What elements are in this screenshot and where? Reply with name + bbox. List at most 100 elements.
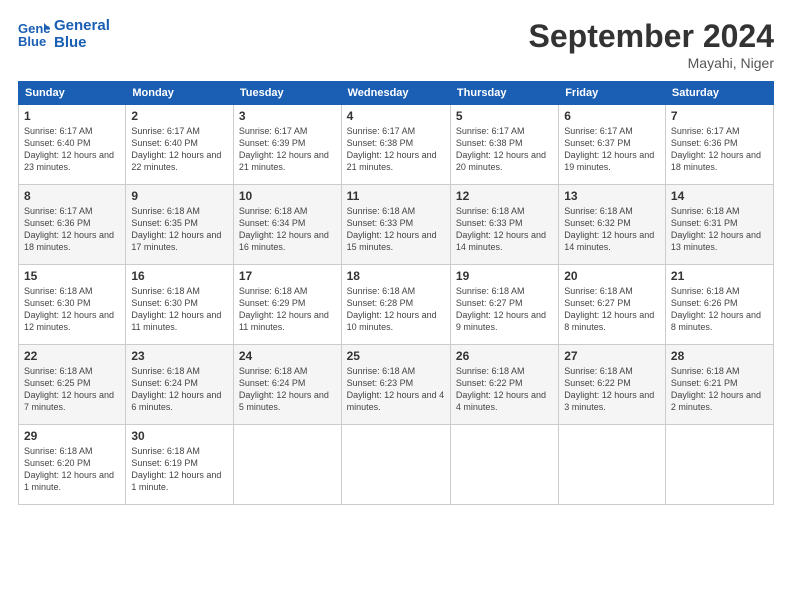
day-info: Sunrise: 6:18 AM Sunset: 6:27 PM Dayligh… (456, 285, 553, 334)
day-cell: 28 Sunrise: 6:18 AM Sunset: 6:21 PM Dayl… (665, 345, 773, 425)
day-info: Sunrise: 6:18 AM Sunset: 6:29 PM Dayligh… (239, 285, 336, 334)
col-header-monday: Monday (126, 82, 234, 105)
day-cell: 16 Sunrise: 6:18 AM Sunset: 6:30 PM Dayl… (126, 265, 234, 345)
day-info: Sunrise: 6:17 AM Sunset: 6:37 PM Dayligh… (564, 125, 660, 174)
logo: General Blue General Blue (18, 18, 110, 51)
day-cell: 13 Sunrise: 6:18 AM Sunset: 6:32 PM Dayl… (559, 185, 666, 265)
day-info: Sunrise: 6:18 AM Sunset: 6:25 PM Dayligh… (24, 365, 120, 414)
day-number: 27 (564, 349, 660, 363)
day-info: Sunrise: 6:17 AM Sunset: 6:36 PM Dayligh… (24, 205, 120, 254)
day-info: Sunrise: 6:18 AM Sunset: 6:31 PM Dayligh… (671, 205, 768, 254)
day-info: Sunrise: 6:18 AM Sunset: 6:22 PM Dayligh… (456, 365, 553, 414)
col-header-friday: Friday (559, 82, 666, 105)
day-number: 14 (671, 189, 768, 203)
day-number: 24 (239, 349, 336, 363)
day-number: 22 (24, 349, 120, 363)
day-info: Sunrise: 6:18 AM Sunset: 6:19 PM Dayligh… (131, 445, 228, 494)
day-number: 9 (131, 189, 228, 203)
day-cell: 27 Sunrise: 6:18 AM Sunset: 6:22 PM Dayl… (559, 345, 666, 425)
day-info: Sunrise: 6:18 AM Sunset: 6:35 PM Dayligh… (131, 205, 228, 254)
col-header-sunday: Sunday (19, 82, 126, 105)
day-info: Sunrise: 6:18 AM Sunset: 6:34 PM Dayligh… (239, 205, 336, 254)
day-info: Sunrise: 6:18 AM Sunset: 6:24 PM Dayligh… (131, 365, 228, 414)
day-cell (559, 425, 666, 505)
day-cell: 8 Sunrise: 6:17 AM Sunset: 6:36 PM Dayli… (19, 185, 126, 265)
day-number: 1 (24, 109, 120, 123)
day-number: 7 (671, 109, 768, 123)
day-info: Sunrise: 6:18 AM Sunset: 6:26 PM Dayligh… (671, 285, 768, 334)
logo-icon: General Blue (18, 19, 50, 51)
calendar-body: 1 Sunrise: 6:17 AM Sunset: 6:40 PM Dayli… (19, 105, 774, 505)
day-cell: 15 Sunrise: 6:18 AM Sunset: 6:30 PM Dayl… (19, 265, 126, 345)
day-info: Sunrise: 6:18 AM Sunset: 6:32 PM Dayligh… (564, 205, 660, 254)
week-row-4: 22 Sunrise: 6:18 AM Sunset: 6:25 PM Dayl… (19, 345, 774, 425)
day-cell: 9 Sunrise: 6:18 AM Sunset: 6:35 PM Dayli… (126, 185, 234, 265)
day-cell: 18 Sunrise: 6:18 AM Sunset: 6:28 PM Dayl… (341, 265, 450, 345)
day-cell (233, 425, 341, 505)
day-cell: 29 Sunrise: 6:18 AM Sunset: 6:20 PM Dayl… (19, 425, 126, 505)
day-cell: 26 Sunrise: 6:18 AM Sunset: 6:22 PM Dayl… (450, 345, 558, 425)
day-number: 11 (347, 189, 445, 203)
day-number: 30 (131, 429, 228, 443)
page: General Blue General Blue September 2024… (0, 0, 792, 612)
svg-text:Blue: Blue (18, 34, 46, 49)
day-number: 3 (239, 109, 336, 123)
day-cell: 25 Sunrise: 6:18 AM Sunset: 6:23 PM Dayl… (341, 345, 450, 425)
day-cell (665, 425, 773, 505)
week-row-3: 15 Sunrise: 6:18 AM Sunset: 6:30 PM Dayl… (19, 265, 774, 345)
day-number: 2 (131, 109, 228, 123)
day-cell: 11 Sunrise: 6:18 AM Sunset: 6:33 PM Dayl… (341, 185, 450, 265)
day-cell: 24 Sunrise: 6:18 AM Sunset: 6:24 PM Dayl… (233, 345, 341, 425)
day-number: 6 (564, 109, 660, 123)
day-cell: 20 Sunrise: 6:18 AM Sunset: 6:27 PM Dayl… (559, 265, 666, 345)
location: Mayahi, Niger (529, 55, 774, 71)
month-title: September 2024 (529, 18, 774, 55)
day-cell: 3 Sunrise: 6:17 AM Sunset: 6:39 PM Dayli… (233, 105, 341, 185)
day-cell: 19 Sunrise: 6:18 AM Sunset: 6:27 PM Dayl… (450, 265, 558, 345)
day-number: 4 (347, 109, 445, 123)
col-header-tuesday: Tuesday (233, 82, 341, 105)
day-cell: 4 Sunrise: 6:17 AM Sunset: 6:38 PM Dayli… (341, 105, 450, 185)
day-info: Sunrise: 6:18 AM Sunset: 6:33 PM Dayligh… (456, 205, 553, 254)
col-header-thursday: Thursday (450, 82, 558, 105)
day-info: Sunrise: 6:18 AM Sunset: 6:22 PM Dayligh… (564, 365, 660, 414)
title-block: September 2024 Mayahi, Niger (529, 18, 774, 71)
day-number: 8 (24, 189, 120, 203)
day-cell: 21 Sunrise: 6:18 AM Sunset: 6:26 PM Dayl… (665, 265, 773, 345)
day-cell: 7 Sunrise: 6:17 AM Sunset: 6:36 PM Dayli… (665, 105, 773, 185)
calendar-header-row: SundayMondayTuesdayWednesdayThursdayFrid… (19, 82, 774, 105)
day-cell: 22 Sunrise: 6:18 AM Sunset: 6:25 PM Dayl… (19, 345, 126, 425)
day-number: 21 (671, 269, 768, 283)
day-cell: 2 Sunrise: 6:17 AM Sunset: 6:40 PM Dayli… (126, 105, 234, 185)
day-cell (341, 425, 450, 505)
day-cell: 14 Sunrise: 6:18 AM Sunset: 6:31 PM Dayl… (665, 185, 773, 265)
day-cell (450, 425, 558, 505)
day-number: 28 (671, 349, 768, 363)
day-number: 17 (239, 269, 336, 283)
day-number: 10 (239, 189, 336, 203)
day-info: Sunrise: 6:17 AM Sunset: 6:36 PM Dayligh… (671, 125, 768, 174)
day-number: 25 (347, 349, 445, 363)
day-number: 18 (347, 269, 445, 283)
header: General Blue General Blue September 2024… (18, 18, 774, 71)
day-cell: 30 Sunrise: 6:18 AM Sunset: 6:19 PM Dayl… (126, 425, 234, 505)
day-info: Sunrise: 6:18 AM Sunset: 6:33 PM Dayligh… (347, 205, 445, 254)
day-number: 13 (564, 189, 660, 203)
day-info: Sunrise: 6:17 AM Sunset: 6:39 PM Dayligh… (239, 125, 336, 174)
day-cell: 1 Sunrise: 6:17 AM Sunset: 6:40 PM Dayli… (19, 105, 126, 185)
day-info: Sunrise: 6:18 AM Sunset: 6:27 PM Dayligh… (564, 285, 660, 334)
day-info: Sunrise: 6:18 AM Sunset: 6:23 PM Dayligh… (347, 365, 445, 414)
day-number: 26 (456, 349, 553, 363)
day-number: 16 (131, 269, 228, 283)
day-cell: 17 Sunrise: 6:18 AM Sunset: 6:29 PM Dayl… (233, 265, 341, 345)
day-info: Sunrise: 6:18 AM Sunset: 6:30 PM Dayligh… (24, 285, 120, 334)
day-number: 15 (24, 269, 120, 283)
day-cell: 23 Sunrise: 6:18 AM Sunset: 6:24 PM Dayl… (126, 345, 234, 425)
day-cell: 10 Sunrise: 6:18 AM Sunset: 6:34 PM Dayl… (233, 185, 341, 265)
day-cell: 5 Sunrise: 6:17 AM Sunset: 6:38 PM Dayli… (450, 105, 558, 185)
day-number: 20 (564, 269, 660, 283)
day-number: 23 (131, 349, 228, 363)
week-row-5: 29 Sunrise: 6:18 AM Sunset: 6:20 PM Dayl… (19, 425, 774, 505)
day-info: Sunrise: 6:17 AM Sunset: 6:38 PM Dayligh… (456, 125, 553, 174)
day-info: Sunrise: 6:18 AM Sunset: 6:21 PM Dayligh… (671, 365, 768, 414)
